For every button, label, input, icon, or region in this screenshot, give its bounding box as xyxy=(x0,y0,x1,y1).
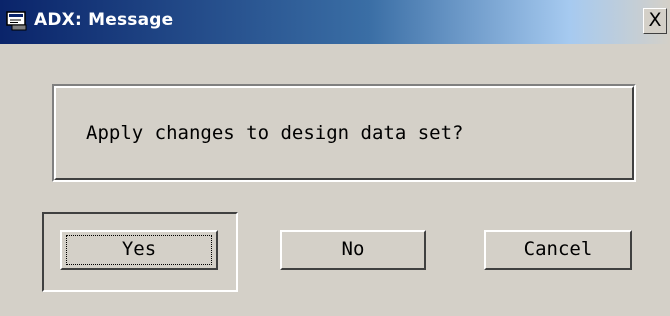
yes-button[interactable]: Yes xyxy=(60,230,218,270)
window-title: ADX: Message xyxy=(34,10,174,30)
close-button[interactable]: X xyxy=(643,8,667,34)
message-dialog: ADX: Message X Apply changes to design d… xyxy=(0,0,670,316)
no-button-label: No xyxy=(341,238,365,260)
message-panel: Apply changes to design data set? xyxy=(52,84,636,182)
cancel-button-label: Cancel xyxy=(523,238,593,260)
message-text: Apply changes to design data set? xyxy=(86,122,464,144)
cancel-button[interactable]: Cancel xyxy=(484,230,632,270)
title-bar[interactable]: ADX: Message X xyxy=(0,0,670,44)
no-button[interactable]: No xyxy=(280,230,426,270)
message-window-icon xyxy=(6,11,27,31)
yes-button-label: Yes xyxy=(121,238,157,260)
